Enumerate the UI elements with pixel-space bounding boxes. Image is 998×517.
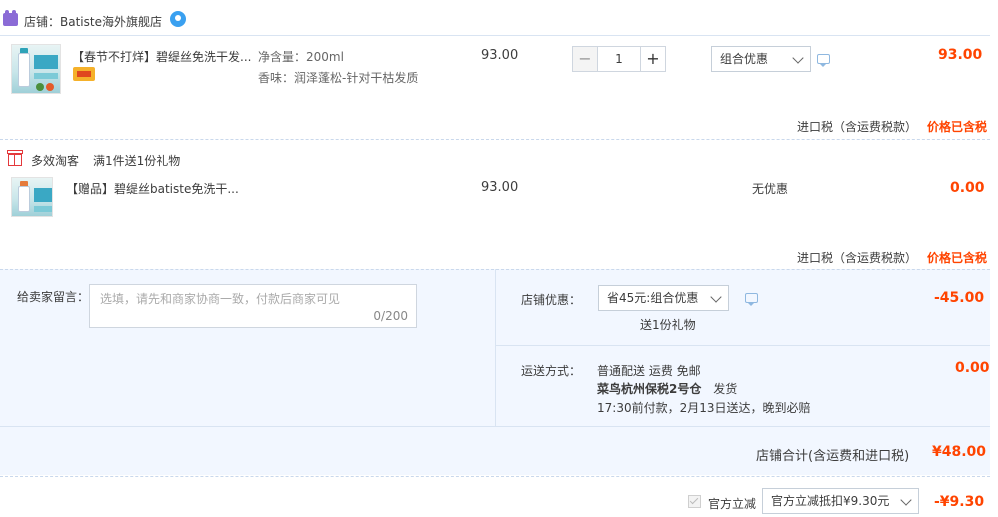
official-discount-checkbox[interactable]: [688, 495, 701, 508]
item-total: 93.00: [938, 47, 983, 63]
gift-unit-price: 93.00: [481, 180, 519, 195]
shop-discount-value: 省45元:组合优惠: [607, 291, 699, 305]
shop-discount-label: 店铺优惠：: [521, 293, 582, 307]
product-title-link[interactable]: 【春节不打烊】碧缇丝免洗干发...: [72, 48, 251, 65]
quantity-input[interactable]: [598, 46, 640, 72]
gift-icon: [7, 150, 23, 166]
wangwang-chat-icon[interactable]: [170, 11, 186, 27]
official-discount-amount: -¥9.30: [934, 494, 985, 510]
quantity-increase-button[interactable]: +: [640, 46, 666, 72]
official-discount-label: 官方立减: [708, 497, 757, 511]
unit-price: 93.00: [481, 48, 519, 63]
shop-discount-select[interactable]: 省45元:组合优惠: [598, 285, 729, 311]
promo-info-icon[interactable]: [817, 54, 830, 67]
shipping-origin: 菜鸟杭州保税2号仓 发货: [597, 380, 737, 397]
shop-total-label: 店铺合计(含运费和进口税): [756, 449, 910, 464]
gift-total: 0.00: [950, 180, 985, 196]
message-label: 给卖家留言：: [17, 290, 90, 304]
sku-scent: 香味：润泽蓬松-针对干枯发质: [258, 71, 419, 85]
chevron-down-icon: [710, 291, 722, 303]
shop-icon: [3, 10, 18, 26]
official-discount-value: 官方立减抵扣¥9.30元: [771, 494, 890, 508]
import-tax-label-2: 进口税（含运费税款）: [797, 251, 918, 265]
promo-select-value: 组合优惠: [720, 52, 769, 66]
quantity-decrease-button[interactable]: −: [572, 46, 598, 72]
shipping-label: 运送方式：: [521, 364, 582, 378]
shop-discount-amount: -45.00: [934, 290, 985, 306]
chevron-down-icon: [900, 494, 912, 506]
shop-name-link[interactable]: Batiste海外旗舰店: [60, 15, 162, 29]
shipping-method: 普通配送 运费 免邮: [597, 364, 701, 378]
message-placeholder: 选填，请先和商家协商一致，付款后商家可见: [100, 292, 341, 306]
shipping-eta: 17:30前付款，2月13日送达，晚到必赔: [597, 401, 811, 415]
chevron-down-icon: [792, 52, 804, 64]
shop-discount-sub: 送1份礼物: [640, 318, 696, 332]
official-discount-select[interactable]: 官方立减抵扣¥9.30元: [762, 488, 919, 514]
message-counter: 0/200: [373, 309, 408, 323]
import-tax-value: 价格已含税: [927, 120, 988, 134]
message-input[interactable]: 选填，请先和商家协商一致，付款后商家可见 0/200: [89, 284, 417, 328]
shop-label: 店铺：: [24, 15, 61, 29]
gift-thumbnail[interactable]: [11, 177, 53, 217]
shop-total-amount: ¥48.00: [932, 444, 987, 460]
check-icon: [689, 495, 699, 505]
promo-select[interactable]: 组合优惠: [711, 46, 811, 72]
product-thumbnail[interactable]: [11, 44, 61, 94]
shipping-amount: 0.00: [955, 360, 990, 376]
shipping-ship-word: 发货: [713, 382, 738, 396]
promo-group-title: 多效淘客: [31, 154, 80, 168]
gift-title-link[interactable]: 【赠品】碧缇丝batiste免洗干...: [66, 180, 239, 197]
promo-group-rule: 满1件送1份礼物: [93, 154, 181, 168]
sku-size: 净含量：200ml: [258, 50, 344, 64]
coupon-card-icon: [73, 67, 95, 81]
shop-header: 店铺：Batiste海外旗舰店: [24, 13, 162, 30]
import-tax-value-2: 价格已含税: [927, 251, 988, 265]
shipping-warehouse: 菜鸟杭州保税2号仓: [597, 382, 702, 396]
import-tax-label: 进口税（含运费税款）: [797, 120, 918, 134]
gift-promo: 无优惠: [752, 182, 789, 196]
discount-info-icon[interactable]: [745, 293, 758, 306]
